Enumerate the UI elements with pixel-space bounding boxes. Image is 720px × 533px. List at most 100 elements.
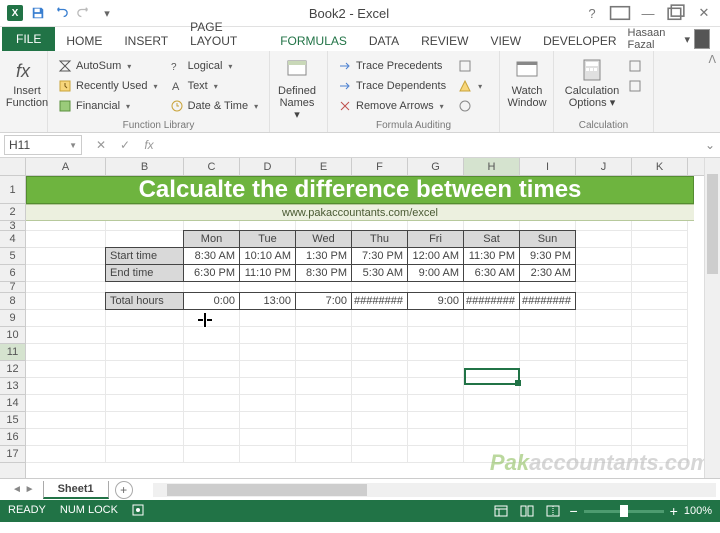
row-header-15[interactable]: 15 xyxy=(0,412,25,429)
col-header-d[interactable]: D xyxy=(240,158,296,175)
end-time-label[interactable]: End time xyxy=(105,264,184,282)
row-header-14[interactable]: 14 xyxy=(0,395,25,412)
total-3[interactable]: ######## xyxy=(351,292,408,310)
col-header-g[interactable]: G xyxy=(408,158,464,175)
date-time-button[interactable]: Date & Time▾ xyxy=(166,96,263,116)
expand-formula-bar-icon[interactable]: ⌄ xyxy=(700,138,720,152)
fx-icon[interactable]: fx xyxy=(138,135,160,155)
col-header-e[interactable]: E xyxy=(296,158,352,175)
tab-review[interactable]: REVIEW xyxy=(410,31,479,51)
row-header-16[interactable]: 16 xyxy=(0,429,25,446)
start-5[interactable]: 11:30 PM xyxy=(463,247,520,265)
defined-names-button[interactable]: DefinedNames ▾ xyxy=(276,54,318,121)
col-header-j[interactable]: J xyxy=(576,158,632,175)
col-header-h[interactable]: H xyxy=(464,158,520,175)
enter-formula-icon[interactable]: ✓ xyxy=(114,135,136,155)
total-2[interactable]: 7:00 xyxy=(295,292,352,310)
tab-pagelayout[interactable]: PAGE LAYOUT xyxy=(179,17,269,51)
end-4[interactable]: 9:00 AM xyxy=(407,264,464,282)
total-4[interactable]: 9:00 xyxy=(407,292,464,310)
row-header-5[interactable]: 5 xyxy=(0,248,25,265)
financial-button[interactable]: Financial▾ xyxy=(54,96,162,116)
select-all-button[interactable] xyxy=(0,158,26,175)
total-0[interactable]: 0:00 xyxy=(183,292,240,310)
row-header-13[interactable]: 13 xyxy=(0,378,25,395)
macro-record-icon[interactable] xyxy=(132,504,144,519)
undo-icon[interactable] xyxy=(51,3,71,23)
restore-icon[interactable] xyxy=(665,2,687,24)
day-header-1[interactable]: Tue xyxy=(239,230,296,248)
autosum-button[interactable]: AutoSum▾ xyxy=(54,56,162,76)
sheet-tab-1[interactable]: Sheet1 xyxy=(43,481,109,499)
logical-button[interactable]: ?Logical▾ xyxy=(166,56,263,76)
page-break-view-icon[interactable] xyxy=(543,503,563,519)
row-header-8[interactable]: 8 xyxy=(0,293,25,310)
end-3[interactable]: 5:30 AM xyxy=(351,264,408,282)
start-6[interactable]: 9:30 PM xyxy=(519,247,576,265)
error-checking-button[interactable]: ▾ xyxy=(454,76,486,96)
row-header-2[interactable]: 2 xyxy=(0,204,25,221)
tab-file[interactable]: FILE xyxy=(2,27,55,51)
ribbon-display-icon[interactable] xyxy=(609,2,631,24)
end-5[interactable]: 6:30 AM xyxy=(463,264,520,282)
remove-arrows-button[interactable]: Remove Arrows▾ xyxy=(334,96,450,116)
zoom-level[interactable]: 100% xyxy=(684,505,712,517)
start-time-label[interactable]: Start time xyxy=(105,247,184,265)
collapse-ribbon-icon[interactable]: ᐱ xyxy=(708,53,716,66)
row-header-7[interactable]: 7 xyxy=(0,282,25,293)
redo-icon[interactable] xyxy=(74,3,94,23)
tab-view[interactable]: VIEW xyxy=(479,31,532,51)
col-header-f[interactable]: F xyxy=(352,158,408,175)
col-header-a[interactable]: A xyxy=(26,158,106,175)
qat-customize-icon[interactable]: ▾ xyxy=(97,3,117,23)
vertical-scrollbar[interactable] xyxy=(704,158,720,478)
save-icon[interactable] xyxy=(28,3,48,23)
sheet-nav[interactable]: ◄ ► xyxy=(4,484,43,495)
close-icon[interactable]: ✕ xyxy=(693,2,715,24)
tab-formulas[interactable]: FORMULAS xyxy=(269,31,358,51)
watch-window-button[interactable]: WatchWindow xyxy=(506,54,548,109)
start-0[interactable]: 8:30 AM xyxy=(183,247,240,265)
end-2[interactable]: 8:30 PM xyxy=(295,264,352,282)
user-account[interactable]: Hasaan Fazal ▾ xyxy=(628,27,711,51)
row-header-9[interactable]: 9 xyxy=(0,310,25,327)
zoom-out-button[interactable]: − xyxy=(569,503,577,519)
day-header-5[interactable]: Sat xyxy=(463,230,520,248)
col-header-b[interactable]: B xyxy=(106,158,184,175)
start-3[interactable]: 7:30 PM xyxy=(351,247,408,265)
total-5[interactable]: ######## xyxy=(463,292,520,310)
tab-developer[interactable]: DEVELOPER xyxy=(532,31,627,51)
end-0[interactable]: 6:30 PM xyxy=(183,264,240,282)
total-1[interactable]: 13:00 xyxy=(239,292,296,310)
spreadsheet-grid[interactable]: A B C D E F G H I J K 123456789101112131… xyxy=(0,158,720,478)
cells-area[interactable]: Calcualte the difference between times w… xyxy=(26,176,720,478)
name-box[interactable]: H11▼ xyxy=(4,135,82,155)
horizontal-scrollbar[interactable] xyxy=(153,483,716,497)
row-header-17[interactable]: 17 xyxy=(0,446,25,463)
zoom-slider[interactable] xyxy=(584,510,664,513)
day-header-0[interactable]: Mon xyxy=(183,230,240,248)
day-header-2[interactable]: Wed xyxy=(295,230,352,248)
row-header-11[interactable]: 11 xyxy=(0,344,25,361)
insert-function-button[interactable]: fx InsertFunction xyxy=(6,54,48,109)
help-icon[interactable]: ? xyxy=(581,2,603,24)
end-1[interactable]: 11:10 PM xyxy=(239,264,296,282)
start-1[interactable]: 10:10 AM xyxy=(239,247,296,265)
col-header-k[interactable]: K xyxy=(632,158,688,175)
minimize-icon[interactable]: — xyxy=(637,2,659,24)
zoom-in-button[interactable]: + xyxy=(670,503,678,519)
normal-view-icon[interactable] xyxy=(491,503,511,519)
trace-dependents-button[interactable]: Trace Dependents xyxy=(334,76,450,96)
total-6[interactable]: ######## xyxy=(519,292,576,310)
col-header-c[interactable]: C xyxy=(184,158,240,175)
calc-now-button[interactable] xyxy=(624,56,646,76)
excel-app-icon[interactable]: X xyxy=(5,3,25,23)
show-formulas-button[interactable] xyxy=(454,56,486,76)
tab-home[interactable]: HOME xyxy=(55,31,113,51)
text-button[interactable]: AText▾ xyxy=(166,76,263,96)
calc-sheet-button[interactable] xyxy=(624,76,646,96)
total-hours-label[interactable]: Total hours xyxy=(105,292,184,310)
row-header-10[interactable]: 10 xyxy=(0,327,25,344)
day-header-3[interactable]: Thu xyxy=(351,230,408,248)
formula-input[interactable] xyxy=(164,135,700,155)
